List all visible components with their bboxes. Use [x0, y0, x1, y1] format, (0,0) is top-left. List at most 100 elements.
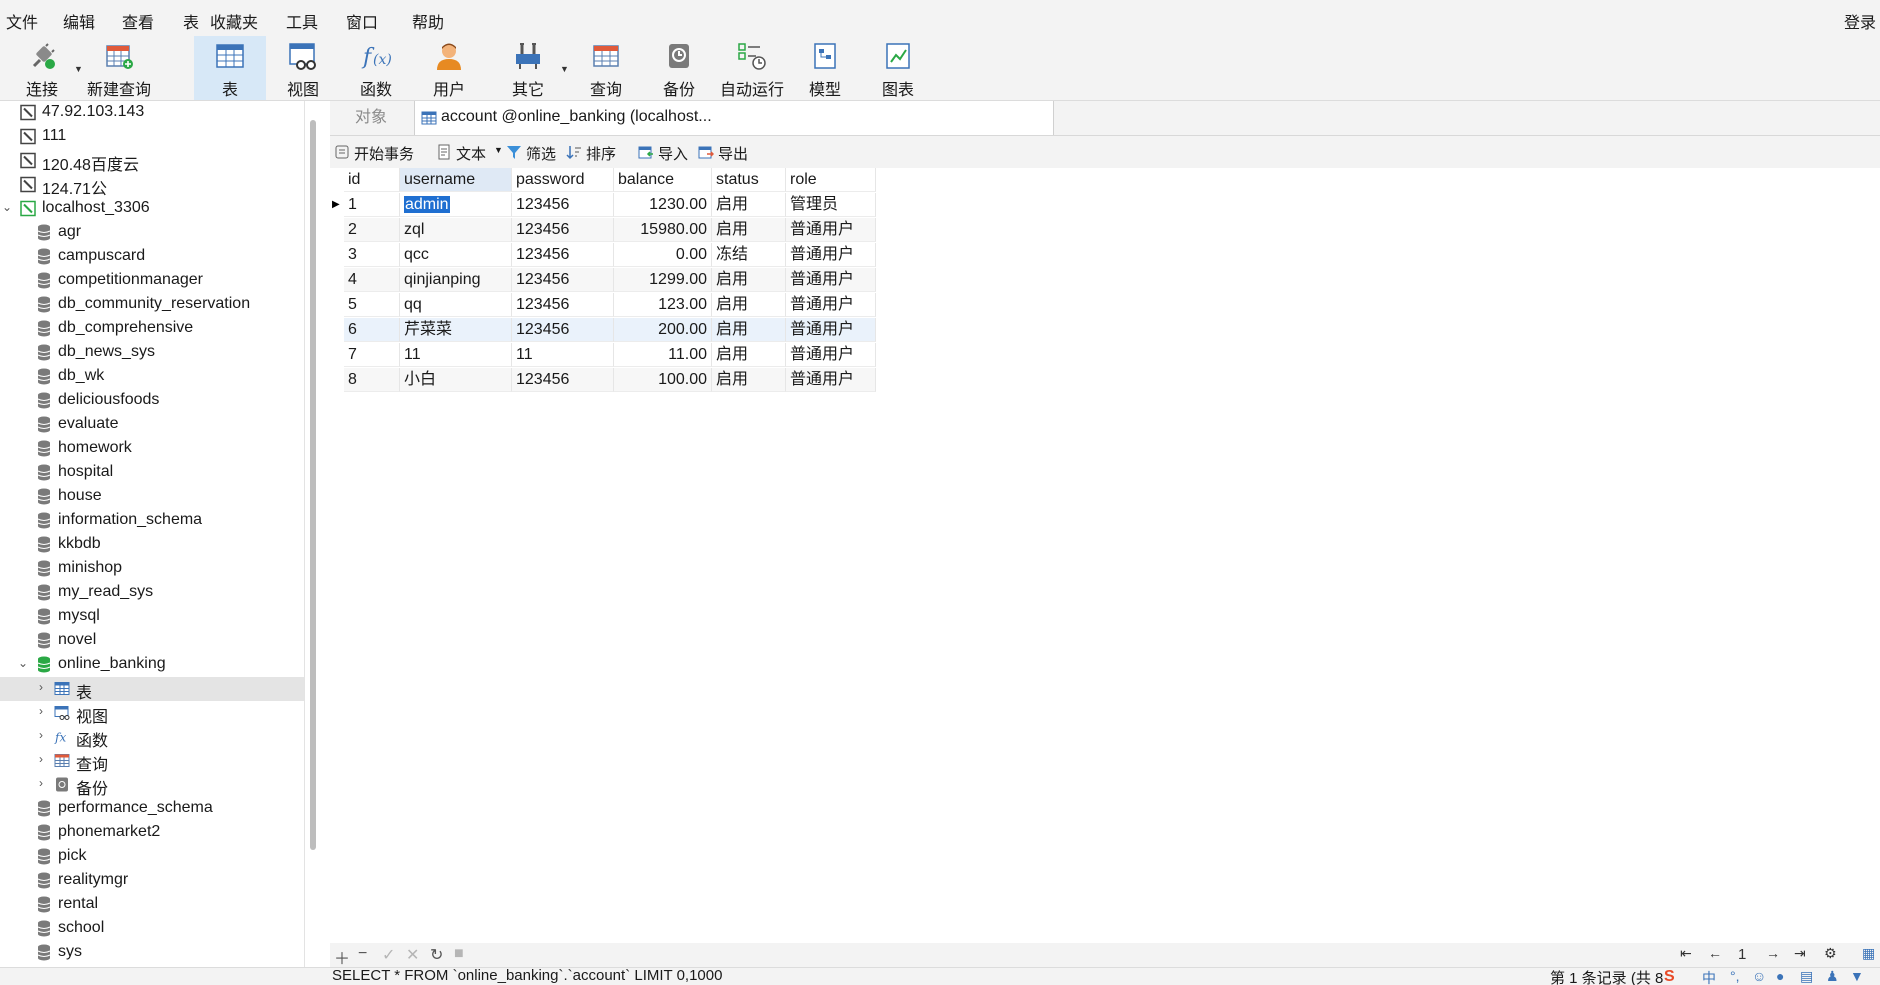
- chevron-down-icon[interactable]: ⌄: [0, 200, 14, 214]
- table-cell[interactable]: 1: [344, 193, 400, 217]
- menu-tools[interactable]: 工具: [286, 9, 318, 33]
- table-cell[interactable]: 11.00: [614, 343, 712, 367]
- tree-db-item[interactable]: agr: [0, 221, 304, 245]
- tree-db-item[interactable]: phonemarket2: [0, 821, 304, 845]
- tree-connection-3[interactable]: 120.48百度云: [0, 149, 304, 174]
- new-query-button[interactable]: 新建查询: [84, 36, 154, 100]
- menu-help[interactable]: 帮助: [412, 9, 444, 33]
- last-page-icon[interactable]: ⇥: [1794, 945, 1806, 962]
- menu-favorites[interactable]: 收藏夹: [210, 9, 258, 33]
- table-cell[interactable]: 小白: [400, 368, 512, 392]
- tree-db-item[interactable]: rental: [0, 893, 304, 917]
- table-cell[interactable]: 7: [344, 343, 400, 367]
- prev-page-icon[interactable]: ←: [1708, 945, 1722, 961]
- tree-node-backups[interactable]: › 备份: [0, 773, 304, 798]
- chevron-down-icon[interactable]: ⌄: [16, 656, 30, 670]
- table-cell[interactable]: 15980.00: [614, 218, 712, 242]
- table-cell[interactable]: 普通用户: [786, 218, 876, 242]
- export-button[interactable]: 导出: [698, 142, 754, 163]
- tab-account-table[interactable]: account @online_banking (localhost...: [414, 101, 1054, 135]
- tree-db-item[interactable]: db_news_sys: [0, 341, 304, 365]
- table-cell[interactable]: 200.00: [614, 318, 712, 342]
- table-cell[interactable]: 123456: [512, 293, 614, 317]
- chevron-right-icon[interactable]: ›: [34, 680, 48, 694]
- column-header[interactable]: role: [786, 168, 876, 192]
- chevron-right-icon[interactable]: ›: [34, 728, 48, 742]
- selected-cell-text[interactable]: admin: [404, 196, 450, 213]
- filter-button[interactable]: 筛选: [506, 142, 562, 163]
- tree-node-views[interactable]: › 视图: [0, 701, 304, 726]
- table-cell[interactable]: zql: [400, 218, 512, 242]
- table-cell[interactable]: 普通用户: [786, 268, 876, 292]
- chevron-right-icon[interactable]: ›: [34, 776, 48, 790]
- tree-db-item[interactable]: hospital: [0, 461, 304, 485]
- query-button[interactable]: 查询: [570, 36, 642, 100]
- tree-db-item[interactable]: kkbdb: [0, 533, 304, 557]
- tree-node-tables[interactable]: › 表: [0, 677, 304, 702]
- tree-node-functions[interactable]: › fx 函数: [0, 725, 304, 750]
- model-button[interactable]: 模型: [789, 36, 861, 100]
- tree-db-online-banking[interactable]: ⌄ online_banking: [0, 653, 304, 677]
- table-cell[interactable]: 123456: [512, 193, 614, 217]
- discard-changes-icon[interactable]: ✕: [406, 945, 419, 965]
- tree-db-item[interactable]: school: [0, 917, 304, 941]
- table-cell[interactable]: 6: [344, 318, 400, 342]
- other-dropdown-icon[interactable]: ▼: [560, 64, 569, 74]
- tree-db-item[interactable]: information_schema: [0, 509, 304, 533]
- chevron-right-icon[interactable]: ›: [34, 704, 48, 718]
- table-cell[interactable]: admin: [400, 193, 512, 217]
- tree-db-item[interactable]: house: [0, 485, 304, 509]
- table-cell[interactable]: 启用: [712, 368, 786, 392]
- chart-button[interactable]: 图表: [862, 36, 934, 100]
- tree-db-item[interactable]: deliciousfoods: [0, 389, 304, 413]
- tree-db-item[interactable]: db_comprehensive: [0, 317, 304, 341]
- table-cell[interactable]: qinjianping: [400, 268, 512, 292]
- table-cell[interactable]: 1299.00: [614, 268, 712, 292]
- tree-db-item[interactable]: novel: [0, 629, 304, 653]
- text-button[interactable]: 文本 ▼: [436, 142, 503, 163]
- connect-button[interactable]: 连接: [6, 36, 78, 100]
- chevron-right-icon[interactable]: ›: [34, 752, 48, 766]
- column-header[interactable]: id: [344, 168, 400, 192]
- user-button[interactable]: 用户: [413, 36, 485, 100]
- table-cell[interactable]: 123456: [512, 218, 614, 242]
- menu-view[interactable]: 查看: [122, 9, 154, 33]
- table-cell[interactable]: 123456: [512, 268, 614, 292]
- page-number[interactable]: 1: [1738, 946, 1746, 963]
- tree-db-item[interactable]: competitionmanager: [0, 269, 304, 293]
- add-record-icon[interactable]: ＋: [334, 945, 350, 969]
- tree-db-item[interactable]: sys: [0, 941, 304, 965]
- import-button[interactable]: 导入: [638, 142, 694, 163]
- tree-db-item[interactable]: db_community_reservation: [0, 293, 304, 317]
- tree-db-item[interactable]: db_wk: [0, 365, 304, 389]
- grid-view-icon[interactable]: ▦: [1862, 945, 1875, 962]
- table-cell[interactable]: 123.00: [614, 293, 712, 317]
- backup-button[interactable]: 备份: [643, 36, 715, 100]
- tree-db-item[interactable]: minishop: [0, 557, 304, 581]
- table-cell[interactable]: 123456: [512, 243, 614, 267]
- table-cell[interactable]: 0.00: [614, 243, 712, 267]
- apply-changes-icon[interactable]: ✓: [382, 945, 395, 965]
- table-cell[interactable]: 芹菜菜: [400, 318, 512, 342]
- table-cell[interactable]: 4: [344, 268, 400, 292]
- table-cell[interactable]: 123456: [512, 368, 614, 392]
- table-cell[interactable]: 100.00: [614, 368, 712, 392]
- table-cell[interactable]: qq: [400, 293, 512, 317]
- table-cell[interactable]: 普通用户: [786, 343, 876, 367]
- table-cell[interactable]: 启用: [712, 193, 786, 217]
- sort-button[interactable]: 排序: [566, 142, 622, 163]
- next-page-icon[interactable]: →: [1766, 945, 1780, 961]
- table-cell[interactable]: 普通用户: [786, 368, 876, 392]
- tree-connection-localhost[interactable]: ⌄ localhost_3306: [0, 197, 304, 221]
- table-cell[interactable]: 11: [512, 343, 614, 367]
- view-button[interactable]: 视图: [267, 36, 339, 100]
- table-cell[interactable]: 3: [344, 243, 400, 267]
- table-cell[interactable]: qcc: [400, 243, 512, 267]
- table-cell[interactable]: 启用: [712, 343, 786, 367]
- column-header[interactable]: status: [712, 168, 786, 192]
- menu-table[interactable]: 表: [183, 9, 199, 33]
- begin-transaction-button[interactable]: 开始事务: [334, 142, 420, 163]
- login-link[interactable]: 登录: [1844, 9, 1876, 33]
- column-header[interactable]: username: [400, 168, 512, 192]
- autorun-button[interactable]: 自动运行: [716, 36, 788, 100]
